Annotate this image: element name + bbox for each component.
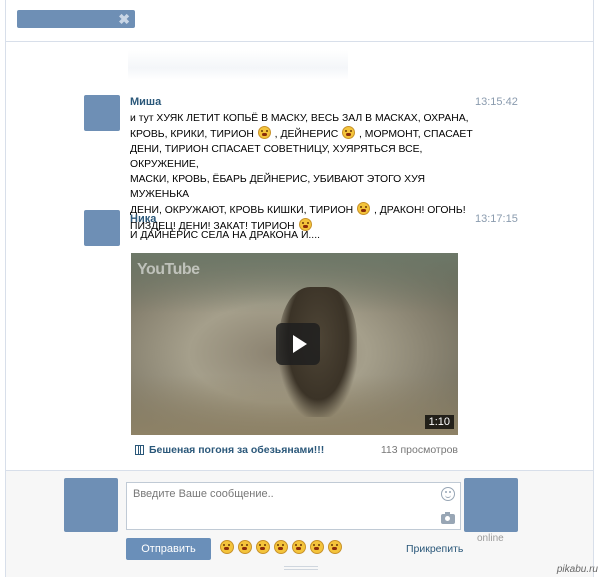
message-line: и тут ХУЯК ЛЕТИТ КОПЬЁ В МАСКУ, ВЕСЬ ЗАЛ… — [130, 111, 475, 126]
message-text-fragment: и тут ХУЯК ЛЕТИТ КОПЬЁ В МАСКУ, ВЕСЬ ЗАЛ… — [130, 113, 469, 124]
message-line: И ДАЙНЕРИС СЕЛА НА ДРАКОНА И.... — [130, 228, 475, 243]
message-composer: Введите Ваше сообщение.. online Отправит… — [6, 470, 593, 577]
message-input[interactable]: Введите Ваше сообщение.. — [126, 482, 461, 530]
send-button[interactable]: Отправить — [126, 538, 211, 560]
avatar[interactable] — [84, 95, 120, 131]
emoji-icon[interactable] — [310, 540, 324, 554]
online-status: online — [477, 533, 504, 544]
message-line: ДЕНИ, ТИРИОН СПАСАЕТ СОВЕТНИЦУ, ХУЯРЯТЬС… — [130, 142, 475, 172]
emoji-icon[interactable] — [292, 540, 306, 554]
emoji-icon[interactable] — [220, 540, 234, 554]
message-text-fragment: , ДЕЙНЕРИС — [271, 129, 342, 140]
emoji-icon — [257, 126, 271, 139]
message-text-fragment: КРОВЬ, КРИКИ, ТИРИОН — [130, 129, 257, 140]
message-author[interactable]: Миша — [130, 96, 161, 108]
message-text-fragment: ДЕНИ, ОКРУЖАЮТ, КРОВЬ КИШКИ, ТИРИОН — [130, 205, 357, 216]
attach-link[interactable]: Прикрепить — [406, 543, 463, 555]
video-views: 113 просмотров — [380, 444, 458, 456]
message-author[interactable]: Ника — [130, 213, 156, 225]
emoji-bar — [218, 540, 344, 556]
faded-previous-message — [128, 50, 348, 80]
video-title-link[interactable]: Бешеная погоня за обезьянами!!! — [149, 444, 324, 456]
film-icon — [135, 445, 144, 455]
avatar[interactable] — [84, 210, 120, 246]
message-input-placeholder: Введите Ваше сообщение.. — [133, 488, 274, 500]
message-text-fragment: И ДАЙНЕРИС СЕЛА НА ДРАКОНА И.... — [130, 230, 320, 241]
message-text-fragment: , ДРАКОН! ОГОНЬ! — [371, 205, 466, 216]
avatar[interactable] — [464, 478, 518, 532]
smile-icon[interactable] — [441, 487, 455, 501]
conversation-tab[interactable]: ✖ — [17, 10, 135, 28]
message-text-fragment: МАСКИ, КРОВЬ, ЁБАРЬ ДЕЙНЕРИС, УБИВАЮТ ЭТ… — [130, 174, 425, 200]
video-caption: Бешеная погоня за обезьянами!!! 113 прос… — [135, 444, 462, 458]
video-player[interactable]: YouTube 1:10 — [131, 253, 458, 435]
message-text-fragment: ДЕНИ, ТИРИОН СПАСАЕТ СОВЕТНИЦУ, ХУЯРЯТЬС… — [130, 144, 423, 170]
message-text-fragment: , МОРМОНТ, СПАСАЕТ — [356, 129, 473, 140]
emoji-icon — [342, 126, 356, 139]
message-time: 13:15:42 — [475, 96, 518, 108]
message-text: и тут ХУЯК ЛЕТИТ КОПЬЁ В МАСКУ, ВЕСЬ ЗАЛ… — [130, 111, 475, 234]
avatar[interactable] — [64, 478, 118, 532]
message-time: 13:17:15 — [475, 213, 518, 225]
emoji-icon[interactable] — [238, 540, 252, 554]
emoji-icon[interactable] — [274, 540, 288, 554]
resize-handle[interactable] — [284, 566, 318, 570]
message-line: КРОВЬ, КРИКИ, ТИРИОН , ДЕЙНЕРИС , МОРМОН… — [130, 126, 475, 142]
emoji-icon[interactable] — [328, 540, 342, 554]
message-text: И ДАЙНЕРИС СЕЛА НА ДРАКОНА И.... — [130, 228, 475, 243]
message-line: МАСКИ, КРОВЬ, ЁБАРЬ ДЕЙНЕРИС, УБИВАЮТ ЭТ… — [130, 172, 475, 202]
chat-window: ✖ Миша 13:15:42 и тут ХУЯК ЛЕТИТ КОПЬЁ В… — [5, 0, 594, 577]
watermark: pikabu.ru — [556, 564, 598, 575]
video-duration: 1:10 — [424, 415, 454, 429]
camera-icon[interactable] — [441, 512, 455, 524]
message-line: ДЕНИ, ОКРУЖАЮТ, КРОВЬ КИШКИ, ТИРИОН , ДР… — [130, 202, 475, 218]
close-icon[interactable]: ✖ — [118, 11, 130, 27]
emoji-icon — [357, 202, 371, 215]
emoji-icon[interactable] — [256, 540, 270, 554]
chat-header: ✖ — [6, 0, 593, 42]
play-icon[interactable] — [276, 323, 320, 365]
youtube-logo: YouTube — [137, 261, 200, 278]
